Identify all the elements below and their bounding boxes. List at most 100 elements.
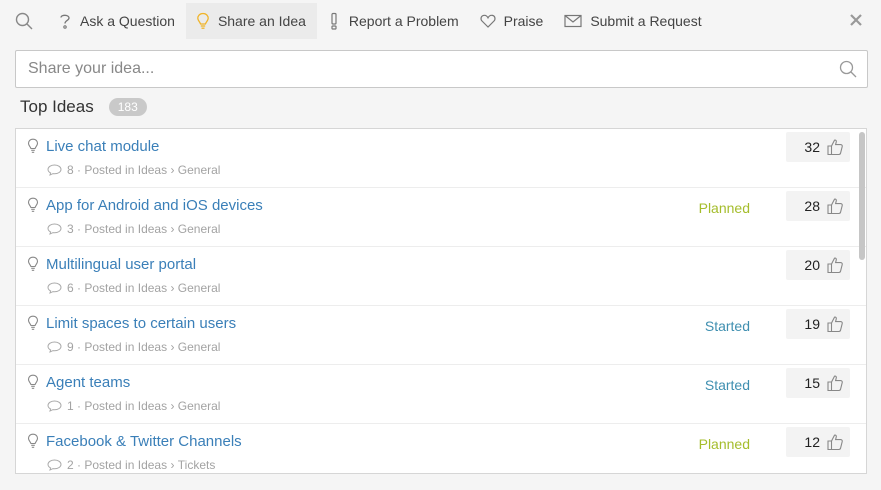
vote-button[interactable]: 28 bbox=[786, 191, 850, 221]
tab-praise[interactable]: Praise bbox=[470, 3, 555, 39]
idea-row: App for Android and iOS devices 3 · Post… bbox=[16, 188, 866, 247]
forum-link[interactable]: Ideas bbox=[138, 340, 167, 354]
vote-count: 19 bbox=[804, 316, 820, 332]
forum-link[interactable]: Ideas bbox=[138, 222, 167, 236]
comment-count: 2 bbox=[67, 458, 74, 472]
vote-count: 28 bbox=[804, 198, 820, 214]
comment-count: 8 bbox=[67, 163, 74, 177]
comment-count: 3 bbox=[67, 222, 74, 236]
idea-row: Agent teams 1 · Posted in Ideas › Genera… bbox=[16, 365, 866, 424]
thumbs-up-icon bbox=[827, 198, 843, 215]
meta-separator: · bbox=[73, 222, 85, 236]
tab-label: Report a Problem bbox=[348, 13, 459, 29]
thumbs-up-icon bbox=[827, 316, 843, 333]
lightbulb-icon bbox=[27, 197, 39, 212]
lightbulb-icon bbox=[27, 374, 39, 389]
breadcrumb-separator: › bbox=[167, 399, 178, 413]
search-tab[interactable] bbox=[0, 0, 48, 42]
tab-report-problem[interactable]: Report a Problem bbox=[317, 3, 470, 39]
exclamation-icon bbox=[331, 12, 337, 30]
posted-in-label: Posted in bbox=[84, 458, 135, 472]
category-link[interactable]: Tickets bbox=[178, 458, 216, 472]
category-link[interactable]: General bbox=[178, 163, 221, 177]
section-title: Top Ideas bbox=[20, 97, 94, 116]
vote-button[interactable]: 12 bbox=[786, 427, 850, 457]
thumbs-up-icon bbox=[827, 434, 843, 451]
idea-meta: 8 · Posted in Ideas › General bbox=[47, 163, 220, 177]
forum-link[interactable]: Ideas bbox=[138, 399, 167, 413]
vote-count: 20 bbox=[804, 257, 820, 273]
comment-icon bbox=[47, 459, 62, 471]
breadcrumb-separator: › bbox=[167, 340, 178, 354]
idea-meta: 2 · Posted in Ideas › Tickets bbox=[47, 458, 215, 472]
forum-link[interactable]: Ideas bbox=[138, 458, 167, 472]
idea-title[interactable]: Facebook & Twitter Channels bbox=[46, 433, 242, 450]
tab-ask-question[interactable]: Ask a Question bbox=[48, 3, 186, 39]
comment-count: 1 bbox=[67, 399, 74, 413]
idea-title[interactable]: App for Android and iOS devices bbox=[46, 197, 263, 214]
lightbulb-icon bbox=[27, 315, 39, 330]
category-link[interactable]: General bbox=[178, 222, 221, 236]
idea-meta: 3 · Posted in Ideas › General bbox=[47, 222, 220, 236]
comment-icon bbox=[47, 400, 62, 412]
vote-button[interactable]: 19 bbox=[786, 309, 850, 339]
tab-label: Ask a Question bbox=[80, 13, 175, 29]
search-icon bbox=[15, 12, 33, 30]
idea-title[interactable]: Limit spaces to certain users bbox=[46, 315, 236, 332]
idea-title[interactable]: Agent teams bbox=[46, 374, 130, 391]
idea-row: Multilingual user portal 6 · Posted in I… bbox=[16, 247, 866, 306]
search-icon[interactable] bbox=[839, 60, 857, 78]
category-link[interactable]: General bbox=[178, 281, 221, 295]
vote-button[interactable]: 20 bbox=[786, 250, 850, 280]
posted-in-label: Posted in bbox=[84, 399, 135, 413]
meta-separator: · bbox=[73, 163, 85, 177]
idea-title[interactable]: Multilingual user portal bbox=[46, 256, 196, 273]
tab-submit-request[interactable]: Submit a Request bbox=[554, 3, 712, 39]
tab-bar: Ask a Question Share an Idea Report a Pr… bbox=[0, 0, 881, 42]
vote-count: 12 bbox=[804, 434, 820, 450]
lightbulb-icon bbox=[27, 433, 39, 448]
idea-title[interactable]: Live chat module bbox=[46, 138, 159, 155]
comment-count: 9 bbox=[67, 340, 74, 354]
meta-separator: · bbox=[73, 399, 85, 413]
lightbulb-icon bbox=[27, 138, 39, 153]
category-link[interactable]: General bbox=[178, 340, 221, 354]
idea-meta: 1 · Posted in Ideas › General bbox=[47, 399, 220, 413]
comment-count: 6 bbox=[67, 281, 74, 295]
idea-row: Live chat module 8 · Posted in Ideas › G… bbox=[16, 129, 866, 188]
posted-in-label: Posted in bbox=[84, 340, 135, 354]
status-label: Started bbox=[704, 377, 750, 393]
idea-row: Limit spaces to certain users 9 · Posted… bbox=[16, 306, 866, 365]
tab-share-idea[interactable]: Share an Idea bbox=[185, 3, 317, 39]
ideas-count-badge: 183 bbox=[108, 98, 147, 116]
breadcrumb-separator: › bbox=[167, 163, 178, 177]
thumbs-up-icon bbox=[827, 139, 843, 156]
question-icon bbox=[60, 14, 70, 29]
lightbulb-icon bbox=[27, 256, 39, 271]
idea-input[interactable] bbox=[16, 51, 796, 87]
idea-meta: 6 · Posted in Ideas › General bbox=[47, 281, 220, 295]
status-label: Started bbox=[704, 318, 750, 334]
category-link[interactable]: General bbox=[178, 399, 221, 413]
vote-count: 32 bbox=[804, 139, 820, 155]
vote-button[interactable]: 32 bbox=[786, 132, 850, 162]
breadcrumb-separator: › bbox=[167, 458, 178, 472]
tab-label: Submit a Request bbox=[590, 13, 702, 29]
idea-row: Facebook & Twitter Channels 2 · Posted i… bbox=[16, 424, 866, 473]
forum-link[interactable]: Ideas bbox=[138, 281, 167, 295]
scrollbar-thumb[interactable] bbox=[859, 132, 865, 260]
comment-icon bbox=[47, 282, 62, 294]
meta-separator: · bbox=[73, 281, 85, 295]
vote-count: 15 bbox=[804, 375, 820, 391]
comment-icon bbox=[47, 341, 62, 353]
close-icon[interactable] bbox=[847, 11, 865, 29]
tab-label: Praise bbox=[503, 13, 544, 29]
lightbulb-icon bbox=[197, 12, 209, 29]
heart-icon bbox=[480, 14, 496, 28]
thumbs-up-icon bbox=[827, 257, 843, 274]
meta-separator: · bbox=[73, 458, 85, 472]
vote-button[interactable]: 15 bbox=[786, 368, 850, 398]
idea-search-box bbox=[15, 50, 868, 88]
thumbs-up-icon bbox=[827, 375, 843, 392]
forum-link[interactable]: Ideas bbox=[138, 163, 167, 177]
